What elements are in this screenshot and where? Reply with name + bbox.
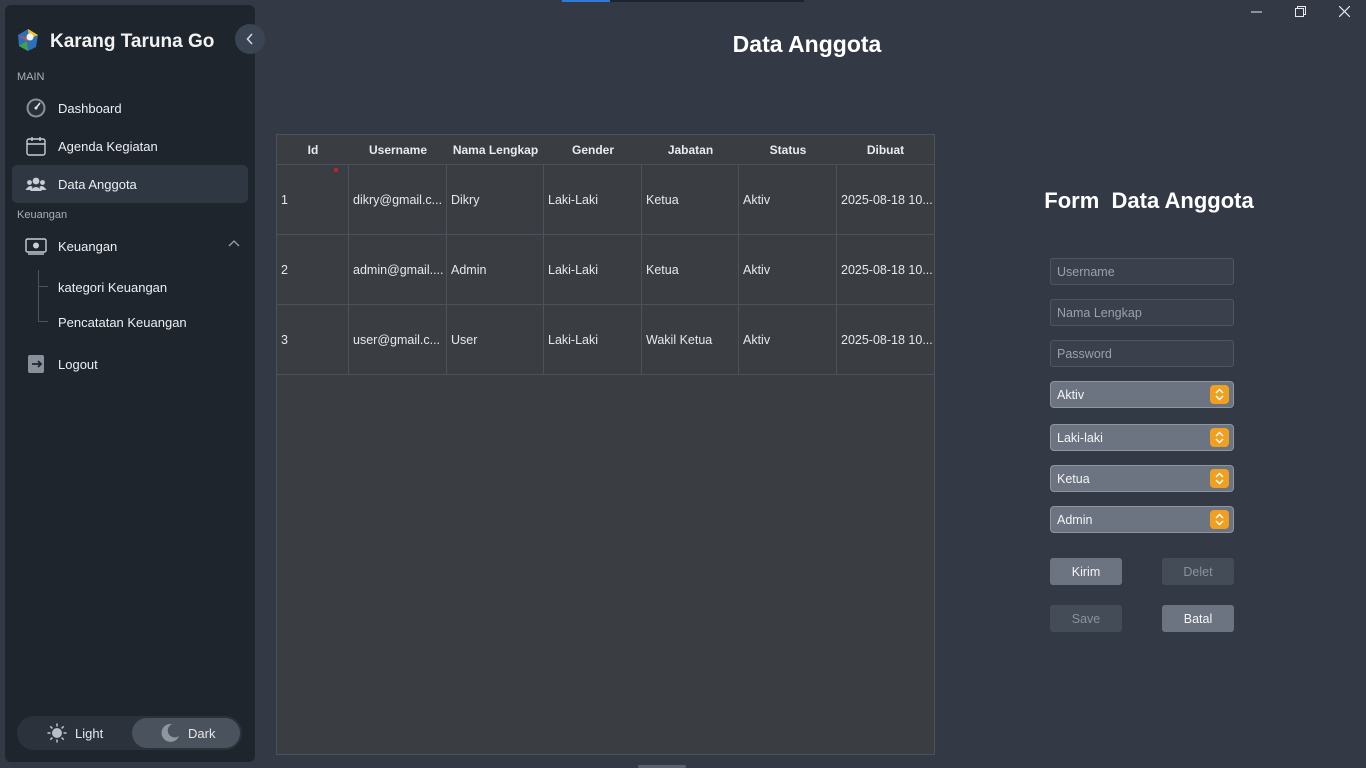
column-header-id[interactable]: Id (277, 135, 349, 165)
column-header-jabatan[interactable]: Jabatan (642, 135, 739, 165)
table-row[interactable]: 2 admin@gmail.... Admin Laki-Laki Ketua … (277, 235, 934, 305)
role-select-value: Admin (1057, 512, 1093, 527)
cell-jabatan: Wakil Ketua (642, 305, 739, 375)
sidebar-item-agenda[interactable]: Agenda Kegiatan (12, 127, 248, 165)
sidebar-item-label: Keuangan (58, 238, 118, 254)
column-header-status[interactable]: Status (739, 135, 837, 165)
cell-id: 1 (277, 165, 349, 235)
updown-arrow-icon (1210, 428, 1229, 447)
page-title: Data Anggota (732, 31, 882, 57)
role-select[interactable]: Admin (1050, 506, 1234, 533)
cancel-button[interactable]: Batal (1162, 605, 1234, 632)
submit-button[interactable]: Kirim (1050, 558, 1122, 585)
sidebar-item-label: Dashboard (58, 100, 122, 116)
theme-dark-label: Dark (188, 725, 216, 741)
chevron-left-icon (246, 33, 253, 45)
cell-gender: Laki-Laki (544, 305, 642, 375)
close-icon (1338, 5, 1350, 17)
cell-username: admin@gmail.... (349, 235, 447, 305)
position-select[interactable]: Ketua (1050, 465, 1234, 492)
money-icon (25, 235, 47, 257)
cell-status: Aktiv (739, 305, 837, 375)
updown-arrow-icon (1210, 385, 1229, 404)
username-input[interactable] (1050, 258, 1234, 285)
sidebar-item-data-anggota[interactable]: Data Anggota (12, 165, 248, 203)
sidebar-subitem-pencatatan-keuangan[interactable]: Pencatatan Keuangan (58, 315, 187, 330)
sidebar-item-label: Agenda Kegiatan (58, 138, 158, 154)
cell-username: user@gmail.c... (349, 305, 447, 375)
theme-light-option[interactable]: Light (19, 718, 127, 748)
table-row[interactable]: 1 dikry@gmail.c... Dikry Laki-Laki Ketua… (277, 165, 934, 235)
members-table: Id Username Nama Lengkap Gender Jabatan … (276, 134, 935, 755)
minimize-button[interactable] (1234, 0, 1278, 22)
collapse-sidebar-button[interactable] (235, 24, 265, 54)
cell-id: 2 (277, 235, 349, 305)
sun-icon (47, 723, 67, 743)
column-header-gender[interactable]: Gender (544, 135, 642, 165)
restore-button[interactable] (1278, 0, 1322, 22)
app-logo-icon (18, 29, 38, 51)
cell-gender: Laki-Laki (544, 165, 642, 235)
status-select-value: Aktiv (1057, 387, 1085, 402)
cell-id: 3 (277, 305, 349, 375)
cell-nama-lengkap: Admin (447, 235, 544, 305)
column-header-dibuat[interactable]: Dibuat (837, 135, 934, 165)
column-header-nama-lengkap[interactable]: Nama Lengkap (447, 135, 544, 165)
sidebar-item-label: Logout (58, 356, 98, 372)
theme-light-label: Light (75, 725, 104, 741)
tree-branch (38, 286, 48, 287)
theme-toggle: Light Dark (17, 716, 242, 750)
cell-dibuat: 2025-08-18 10... (841, 263, 933, 277)
sidebar-item-logout[interactable]: Logout (12, 345, 248, 383)
close-button[interactable] (1322, 0, 1366, 22)
top-progress-bar (562, 0, 804, 2)
table-row[interactable]: 3 user@gmail.c... User Laki-Laki Wakil K… (277, 305, 934, 375)
fullname-input[interactable] (1050, 299, 1234, 326)
cell-status: Aktiv (739, 235, 837, 305)
status-select[interactable]: Aktiv (1050, 381, 1234, 408)
speedometer-icon (25, 97, 47, 119)
section-label-main: MAIN (17, 71, 45, 83)
password-input[interactable] (1050, 340, 1234, 367)
column-header-username[interactable]: Username (349, 135, 447, 165)
delete-button[interactable]: Delet (1162, 558, 1234, 585)
form-title: Form Data Anggota (1044, 188, 1254, 213)
logout-icon (25, 353, 47, 375)
cell-username: dikry@gmail.c... (349, 165, 447, 235)
cell-dibuat: 2025-08-18 10... (841, 193, 933, 207)
cell-jabatan: Ketua (642, 235, 739, 305)
tree-line (38, 270, 48, 322)
app-title: Karang Taruna Go (50, 31, 215, 52)
cell-nama-lengkap: Dikry (447, 165, 544, 235)
moon-icon (160, 723, 180, 743)
cell-dibuat: 2025-08-18 10... (841, 333, 933, 347)
section-label-keuangan: Keuangan (17, 209, 68, 221)
cell-jabatan: Ketua (642, 165, 739, 235)
sidebar-subitem-kategori-keuangan[interactable]: kategori Keuangan (58, 280, 167, 295)
progress-fill (562, 0, 610, 2)
cell-status: Aktiv (739, 165, 837, 235)
restore-icon (1294, 5, 1306, 17)
sidebar-item-keuangan[interactable]: Keuangan (12, 227, 248, 265)
sidebar-item-dashboard[interactable]: Dashboard (12, 89, 248, 127)
theme-dark-option[interactable]: Dark (132, 718, 240, 748)
users-icon (25, 173, 47, 195)
table-header: Id Username Nama Lengkap Gender Jabatan … (277, 135, 934, 165)
updown-arrow-icon (1210, 510, 1229, 529)
sidebar: Karang Taruna Go MAIN Dashboard Agenda K… (5, 5, 255, 762)
sidebar-item-label: Data Anggota (58, 176, 137, 192)
chevron-up-icon[interactable] (228, 239, 240, 247)
minimize-icon (1250, 11, 1262, 12)
tree-branch (38, 321, 48, 322)
gender-select[interactable]: Laki-laki (1050, 424, 1234, 451)
calendar-icon (25, 135, 47, 157)
cell-nama-lengkap: User (447, 305, 544, 375)
gender-select-value: Laki-laki (1057, 430, 1103, 445)
updown-arrow-icon (1210, 469, 1229, 488)
position-select-value: Ketua (1057, 471, 1090, 486)
save-button[interactable]: Save (1050, 605, 1122, 632)
cell-gender: Laki-Laki (544, 235, 642, 305)
